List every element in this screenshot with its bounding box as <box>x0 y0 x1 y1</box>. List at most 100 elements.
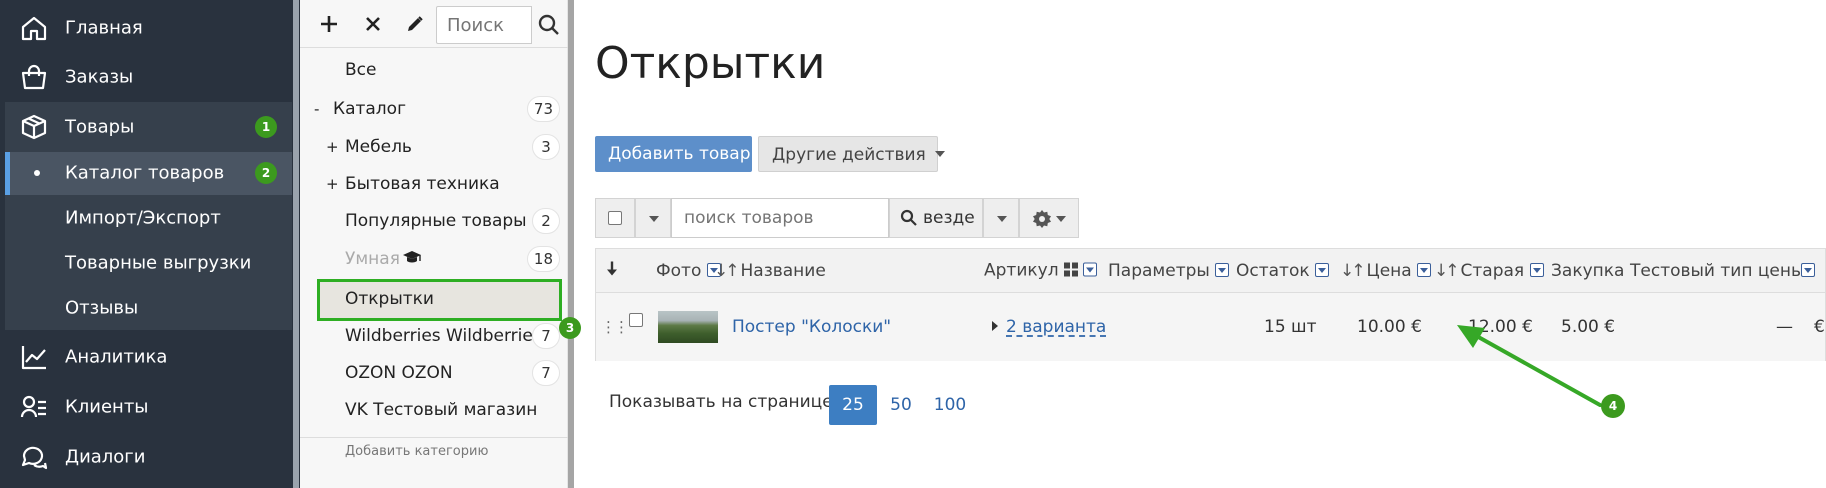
nav-label: Клиенты <box>65 396 149 418</box>
column-purchase[interactable]: Закупка <box>1551 261 1624 281</box>
search-icon[interactable] <box>532 6 566 44</box>
page-size-label: Показывать на странице: <box>609 392 839 412</box>
column-label: Артикул <box>984 260 1059 280</box>
column-sku[interactable]: Артикул <box>984 260 1098 281</box>
page-size-option-100[interactable]: 100 <box>925 385 975 425</box>
chevron-down-icon <box>997 216 1007 222</box>
column-test-price[interactable]: Тестовый тип цены <box>1630 261 1804 281</box>
expand-variants-toggle[interactable] <box>991 317 999 337</box>
nav-item-analytics[interactable]: Аналитика <box>0 332 292 382</box>
category-count: 7 <box>532 323 560 349</box>
nav-item-dialogs[interactable]: Диалоги <box>0 432 292 482</box>
sort-arrow-icon[interactable] <box>604 259 620 282</box>
main-content: Открытки Добавить товар Другие действия … <box>575 0 1826 488</box>
category-label: Каталог <box>333 99 407 119</box>
old-price-value: 12.00 € <box>1468 317 1533 337</box>
category-item-smart[interactable]: Умная 18 <box>300 241 568 277</box>
test-price-value: — <box>1776 317 1793 337</box>
collapse-toggle[interactable]: - <box>314 100 319 118</box>
price-value: 10.00 € <box>1357 317 1422 337</box>
add-category-button[interactable] <box>314 9 344 39</box>
main-navigation: Главная Заказы Товары 1 Каталог товаров … <box>0 0 300 488</box>
select-all-checkbox[interactable] <box>608 211 622 225</box>
product-search-input[interactable] <box>671 198 889 238</box>
category-count: 7 <box>532 360 560 386</box>
bullet-icon <box>34 170 40 176</box>
page-size-option-25[interactable]: 25 <box>829 385 877 425</box>
product-name-link[interactable]: Постер "Колоски" <box>732 317 891 337</box>
category-label: VK Тестовый магазин <box>345 400 538 420</box>
category-scrollbar[interactable] <box>568 0 574 488</box>
annotation-badge: 4 <box>1601 394 1625 418</box>
search-scope-button[interactable]: везде <box>889 198 983 238</box>
table-row[interactable]: ⋮⋮ Постер "Колоски" 2 варианта 15 шт 10.… <box>596 293 1825 361</box>
category-item-vk[interactable]: VK Тестовый магазин <box>300 392 568 428</box>
other-actions-button[interactable]: Другие действия <box>758 136 946 172</box>
column-stock[interactable]: Остаток <box>1236 261 1330 281</box>
category-search-input[interactable] <box>436 6 532 44</box>
category-count: 18 <box>526 246 560 272</box>
column-menu-icon[interactable] <box>1215 262 1230 277</box>
sub-item-catalog[interactable]: Каталог товаров 2 <box>0 150 292 195</box>
column-price[interactable]: ↓↑ Цена <box>1340 260 1432 281</box>
nav-item-orders[interactable]: Заказы <box>0 52 292 102</box>
row-checkbox[interactable] <box>629 313 643 327</box>
category-item-all[interactable]: Все <box>300 52 568 88</box>
sub-item-product-feeds[interactable]: Товарные выгрузки <box>0 240 292 285</box>
add-product-button[interactable]: Добавить товар <box>595 136 752 172</box>
category-item-appliances[interactable]: + Бытовая техника <box>300 166 568 202</box>
category-item-popular[interactable]: Популярные товары 2 <box>300 203 568 239</box>
variants-link[interactable]: 2 варианта <box>1006 317 1106 337</box>
column-menu-icon[interactable] <box>1529 262 1544 277</box>
column-menu-icon[interactable] <box>1083 262 1098 276</box>
category-label: Wildberries Wildberries <box>345 326 542 346</box>
column-params[interactable]: Параметры <box>1108 261 1230 281</box>
column-menu-icon[interactable] <box>1417 262 1432 277</box>
nav-item-clients[interactable]: Клиенты <box>0 382 292 432</box>
chat-bubbles-icon <box>20 444 48 470</box>
column-menu-icon[interactable] <box>1801 262 1815 277</box>
add-category-link[interactable]: Добавить категорию <box>345 444 488 459</box>
sub-item-reviews[interactable]: Отзывы <box>0 285 292 330</box>
nav-item-products[interactable]: Товары 1 <box>5 102 292 152</box>
expand-toggle[interactable]: + <box>326 138 339 156</box>
category-label: Популярные товары <box>345 211 527 231</box>
column-menu-icon[interactable] <box>1801 261 1815 281</box>
select-all-checkbox-wrap[interactable] <box>595 198 635 238</box>
product-thumbnail[interactable] <box>658 311 718 343</box>
edit-category-button[interactable] <box>400 9 430 39</box>
sub-item-label: Товарные выгрузки <box>65 252 252 273</box>
nav-label: Товары <box>65 116 135 138</box>
nav-label: Главная <box>65 17 143 39</box>
category-item-catalog[interactable]: - Каталог 73 <box>300 91 568 127</box>
chevron-down-icon <box>1056 216 1066 222</box>
expand-toggle[interactable]: + <box>326 175 339 193</box>
sub-item-label: Импорт/Экспорт <box>65 207 221 228</box>
sort-icon: ↓↑ <box>1340 260 1365 281</box>
chevron-down-icon <box>935 151 946 157</box>
currency-symbol: € <box>1814 317 1825 337</box>
nav-item-home[interactable]: Главная <box>0 3 292 53</box>
column-label: Фото <box>656 260 702 281</box>
settings-dropdown[interactable] <box>1019 198 1079 238</box>
category-item-ozon[interactable]: OZON OZON 7 <box>300 355 568 391</box>
delete-category-button[interactable] <box>358 9 388 39</box>
column-photo[interactable]: Фото <box>656 261 721 281</box>
drag-handle-icon[interactable]: ⋮⋮ <box>601 318 629 336</box>
sort-icon: ↓↑ <box>1434 260 1459 281</box>
column-menu-icon[interactable] <box>1315 262 1330 277</box>
category-panel: Все - Каталог 73 + Мебель 3 + Бытовая те… <box>300 0 568 488</box>
category-item-wildberries[interactable]: Wildberries Wildberries 7 <box>300 318 568 354</box>
category-label: Умная <box>345 249 400 269</box>
other-actions-label: Другие действия <box>772 145 926 165</box>
sub-item-import-export[interactable]: Импорт/Экспорт <box>0 195 292 240</box>
selection-dropdown[interactable] <box>635 198 671 238</box>
grid-view-icon[interactable] <box>1063 261 1078 281</box>
nav-scrollbar[interactable] <box>293 0 299 488</box>
category-item-furniture[interactable]: + Мебель 3 <box>300 129 568 165</box>
home-icon <box>20 15 48 41</box>
column-old-price[interactable]: ↓↑ Старая <box>1434 261 1544 281</box>
search-scope-dropdown[interactable] <box>983 198 1019 238</box>
column-name[interactable]: ↓↑ Название <box>714 261 826 281</box>
page-size-option-50[interactable]: 50 <box>881 385 921 425</box>
